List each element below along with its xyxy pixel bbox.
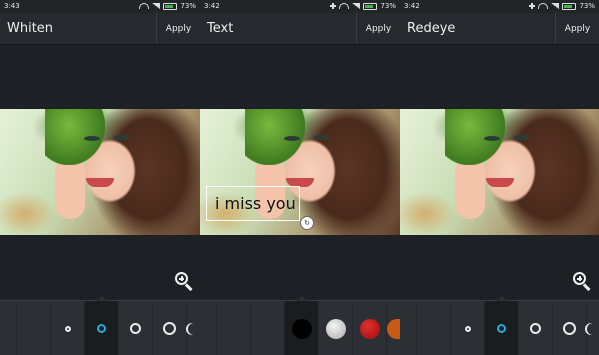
apply-button[interactable]: Apply — [356, 13, 400, 44]
brush-size-tiny[interactable] — [51, 301, 85, 355]
add-icon — [529, 3, 536, 9]
brush-dot-icon — [464, 325, 471, 332]
status-time: 3:42 — [404, 2, 420, 10]
brush-size-xlarge[interactable] — [587, 301, 599, 355]
wifi-icon — [339, 3, 350, 9]
brush-size-tiny[interactable] — [451, 301, 485, 355]
brush-dot-icon — [497, 324, 506, 333]
toolbar-cell — [0, 301, 17, 355]
color-toolbar — [200, 296, 400, 355]
toolbar-cell — [251, 301, 285, 355]
text-panel: 3:42 73% Text Apply i miss you ↻ — [200, 0, 400, 355]
page-title: Redeye — [407, 21, 456, 36]
signal-icon — [551, 3, 560, 9]
battery-percent: 73% — [180, 2, 196, 10]
page-title: Text — [207, 21, 234, 36]
brush-size-xlarge[interactable] — [187, 301, 200, 355]
photo[interactable] — [0, 109, 200, 235]
swatch-icon — [387, 318, 400, 339]
title-bar: Text Apply — [200, 13, 400, 45]
brush-size-small[interactable] — [485, 296, 519, 355]
color-swatch-gray[interactable] — [319, 301, 353, 355]
brush-dot-icon — [97, 324, 106, 333]
battery-percent: 73% — [579, 2, 595, 10]
brush-dot-icon — [163, 322, 176, 335]
status-time: 3:43 — [4, 2, 20, 10]
battery-icon — [363, 2, 378, 10]
wifi-icon — [139, 3, 150, 9]
status-bar: 3:42 73% — [400, 0, 599, 13]
swatch-icon — [359, 318, 380, 339]
brush-size-large[interactable] — [153, 301, 187, 355]
toolbar-cell — [17, 301, 51, 355]
zoom-in-icon[interactable] — [175, 272, 195, 292]
brush-dot-icon — [188, 323, 200, 335]
battery-percent: 73% — [380, 2, 396, 10]
whiten-panel: 3:43 73% Whiten Apply — [0, 0, 200, 355]
battery-icon — [163, 2, 178, 10]
status-bar: 3:42 73% — [200, 0, 400, 13]
color-swatch-orange[interactable] — [387, 301, 400, 355]
text-overlay-box[interactable]: i miss you — [206, 186, 300, 221]
brush-dot-icon — [587, 323, 599, 335]
rotate-resize-icon[interactable]: ↻ — [300, 216, 314, 230]
title-bar: Whiten Apply — [0, 13, 200, 45]
brush-dot-icon — [64, 325, 71, 332]
text-overlay: i miss you — [215, 194, 296, 213]
battery-icon — [562, 2, 577, 10]
toolbar-cell — [417, 301, 451, 355]
color-swatch-red[interactable] — [353, 301, 387, 355]
brush-size-medium[interactable] — [519, 301, 553, 355]
wifi-icon — [538, 3, 549, 9]
title-bar: Redeye Apply — [400, 13, 599, 45]
brush-size-small[interactable] — [85, 296, 119, 355]
swatch-icon — [291, 318, 312, 339]
add-icon — [330, 3, 337, 9]
status-bar: 3:43 73% — [0, 0, 200, 13]
brush-toolbar — [400, 296, 599, 355]
page-title: Whiten — [7, 21, 54, 36]
brush-dot-icon — [130, 323, 141, 334]
status-time: 3:42 — [204, 2, 220, 10]
zoom-in-icon[interactable] — [573, 272, 593, 292]
swatch-icon — [325, 318, 346, 339]
color-swatch-black[interactable] — [285, 296, 319, 355]
brush-toolbar — [0, 296, 200, 355]
photo[interactable] — [400, 109, 599, 235]
brush-size-large[interactable] — [553, 301, 587, 355]
apply-button[interactable]: Apply — [555, 13, 599, 44]
photo[interactable]: i miss you ↻ — [200, 109, 400, 235]
signal-icon — [152, 3, 161, 9]
toolbar-cell — [400, 301, 417, 355]
brush-dot-icon — [563, 322, 576, 335]
signal-icon — [352, 3, 361, 9]
toolbar-cell — [200, 301, 217, 355]
brush-size-medium[interactable] — [119, 301, 153, 355]
brush-dot-icon — [530, 323, 541, 334]
apply-button[interactable]: Apply — [156, 13, 200, 44]
redeye-panel: 3:42 73% Redeye Apply — [400, 0, 599, 355]
toolbar-cell — [217, 301, 251, 355]
